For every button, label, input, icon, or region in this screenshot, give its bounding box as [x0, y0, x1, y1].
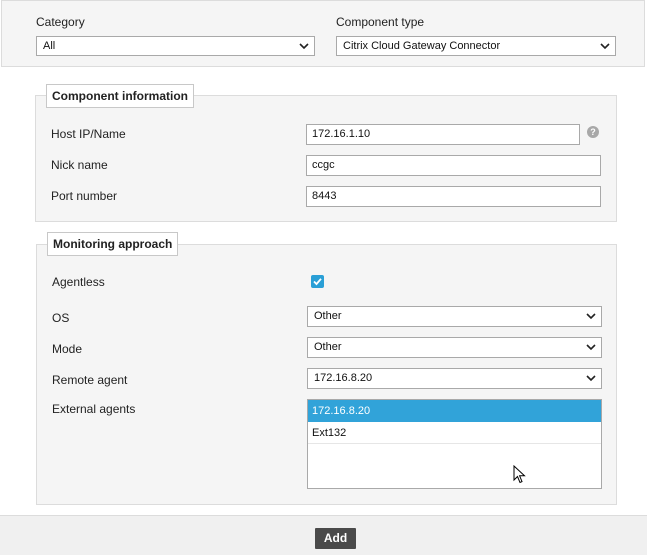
chevron-down-icon — [586, 313, 596, 320]
mode-label: Mode — [52, 342, 83, 356]
checkmark-icon — [313, 278, 322, 286]
add-button[interactable]: Add — [315, 528, 356, 549]
mouse-cursor-icon — [513, 465, 526, 484]
component-type-select[interactable]: Citrix Cloud Gateway Connector — [336, 36, 616, 56]
nick-name-input[interactable]: ccgc — [306, 155, 601, 176]
monitoring-approach-legend: Monitoring approach — [47, 232, 179, 256]
chevron-down-icon — [600, 43, 610, 50]
remote-agent-label: Remote agent — [52, 373, 128, 387]
category-label: Category — [36, 15, 85, 29]
chevron-down-icon — [586, 375, 596, 382]
external-agents-label: External agents — [52, 402, 136, 416]
agentless-label: Agentless — [52, 275, 105, 289]
top-filter-bar: Category All Component type Citrix Cloud… — [1, 0, 645, 67]
nick-name-value: ccgc — [312, 159, 335, 171]
os-value: Other — [314, 310, 342, 322]
os-label: OS — [52, 311, 70, 325]
mode-select[interactable]: Other — [307, 337, 602, 358]
list-item[interactable]: Ext132 — [308, 422, 601, 444]
help-icon[interactable]: ? — [587, 126, 599, 138]
remote-agent-select[interactable]: 172.16.8.20 — [307, 368, 602, 389]
host-input[interactable]: 172.16.1.10 — [306, 124, 580, 145]
chevron-down-icon — [586, 344, 596, 351]
external-agents-listbox[interactable]: 172.16.8.20 Ext132 — [307, 399, 602, 489]
nick-name-label: Nick name — [51, 158, 108, 172]
remote-agent-value: 172.16.8.20 — [314, 372, 373, 384]
port-number-value: 8443 — [312, 190, 337, 202]
os-select[interactable]: Other — [307, 306, 602, 327]
port-number-input[interactable]: 8443 — [306, 186, 601, 207]
agentless-checkbox[interactable] — [311, 275, 324, 288]
category-value: All — [43, 40, 56, 52]
list-item[interactable]: 172.16.8.20 — [308, 400, 601, 422]
host-label: Host IP/Name — [51, 127, 126, 141]
host-value: 172.16.1.10 — [312, 128, 371, 140]
footer-bar: Add — [0, 515, 647, 555]
component-type-label: Component type — [336, 15, 425, 29]
component-type-value: Citrix Cloud Gateway Connector — [343, 40, 501, 52]
category-select[interactable]: All — [36, 36, 315, 56]
chevron-down-icon — [299, 43, 309, 50]
component-information-legend: Component information — [46, 84, 194, 108]
port-number-label: Port number — [51, 189, 118, 203]
mode-value: Other — [314, 341, 342, 353]
